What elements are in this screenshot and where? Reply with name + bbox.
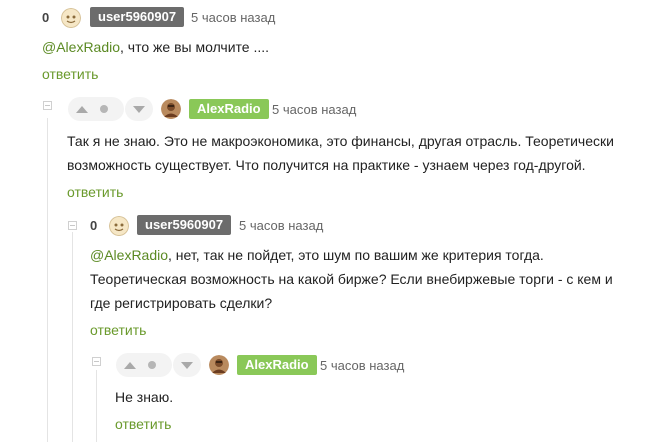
avatar[interactable]	[161, 99, 181, 119]
collapse-toggle[interactable]	[43, 101, 52, 110]
username-badge[interactable]: AlexRadio	[237, 355, 317, 375]
comment-time: 5 часов назад	[191, 10, 276, 25]
reply-link[interactable]: ответить	[42, 66, 98, 82]
comment-text: Не знаю.	[115, 389, 174, 405]
collapse-toggle[interactable]	[68, 221, 77, 230]
comment-time: 5 часов назад	[320, 358, 405, 373]
avatar-placeholder-icon	[109, 216, 129, 236]
comment-text: Так я не знаю. Это не макроэкономика, эт…	[67, 133, 614, 173]
comment-text: @AlexRadio, что же вы молчите ....	[42, 35, 632, 59]
vote-up-icon[interactable]	[76, 105, 88, 113]
vote-down-icon	[181, 361, 193, 369]
avatar-placeholder-icon	[61, 8, 81, 28]
thread-line	[47, 118, 48, 442]
vote-down-button[interactable]	[173, 353, 201, 377]
comment-rating: 0	[90, 218, 98, 233]
vote-controls	[68, 97, 124, 121]
username-badge[interactable]: user5960907	[90, 7, 185, 27]
comment-rating: 0	[42, 10, 50, 25]
vote-controls	[116, 353, 172, 377]
vote-down-button[interactable]	[125, 97, 153, 121]
rating-dot-icon	[148, 361, 156, 369]
comment-body: , нет, так не пойдет, это шум по вашим ж…	[90, 247, 613, 311]
avatar-photo-icon	[161, 99, 181, 119]
vote-down-icon	[133, 105, 145, 113]
reply-link[interactable]: ответить	[115, 416, 171, 432]
mention-link[interactable]: @AlexRadio	[90, 247, 168, 263]
username-badge[interactable]: user5960907	[137, 215, 232, 235]
comment-time: 5 часов назад	[239, 218, 324, 233]
avatar[interactable]	[209, 355, 229, 375]
rating-dot-icon	[100, 105, 108, 113]
avatar-photo-icon	[209, 355, 229, 375]
username-badge[interactable]: AlexRadio	[189, 99, 269, 119]
comment-time: 5 часов назад	[272, 102, 357, 117]
comment-body: , что же вы молчите ....	[120, 39, 270, 55]
avatar[interactable]	[61, 8, 81, 28]
mention-link[interactable]: @AlexRadio	[42, 39, 120, 55]
reply-link[interactable]: ответить	[90, 322, 146, 338]
collapse-toggle[interactable]	[92, 357, 101, 366]
avatar[interactable]	[109, 216, 129, 236]
comment-text: @AlexRadio, нет, так не пойдет, это шум …	[90, 243, 630, 315]
reply-link[interactable]: ответить	[67, 184, 123, 200]
thread-line	[72, 232, 73, 442]
thread-line	[96, 370, 97, 442]
vote-up-icon[interactable]	[124, 361, 136, 369]
